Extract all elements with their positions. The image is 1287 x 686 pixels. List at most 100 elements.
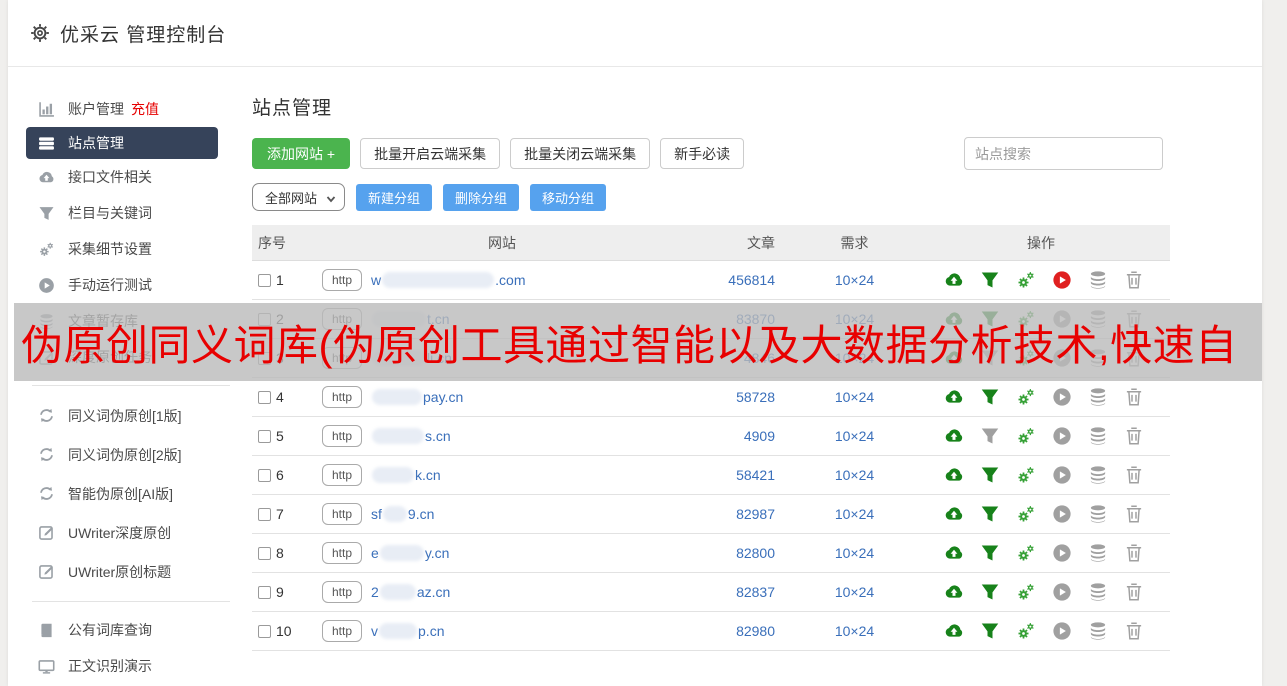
database-icon[interactable] — [1088, 621, 1108, 641]
trash-icon[interactable] — [1124, 504, 1144, 524]
site-domain-link[interactable]: s.cn — [371, 428, 451, 444]
cloud-upload-icon[interactable] — [944, 270, 964, 290]
sidebar-item-link[interactable]: 同义词伪原创[2版] — [8, 435, 240, 474]
gears-icon[interactable] — [1016, 621, 1036, 641]
add-site-button[interactable]: 添加网站 + — [252, 138, 351, 169]
gears-icon[interactable] — [1016, 465, 1036, 485]
row-checkbox[interactable] — [258, 468, 271, 482]
trash-icon[interactable] — [1124, 582, 1144, 602]
site-domain-link[interactable]: e y.cn — [371, 545, 449, 561]
actions-cell — [912, 543, 1170, 563]
gears-icon[interactable] — [1016, 504, 1036, 524]
cloud-upload-icon[interactable] — [944, 387, 964, 407]
cloud-upload-icon[interactable] — [944, 582, 964, 602]
site-domain-link[interactable]: v p.cn — [371, 623, 444, 639]
row-checkbox[interactable] — [258, 429, 271, 443]
new-group-button[interactable]: 新建分组 — [356, 183, 433, 211]
trash-icon[interactable] — [1124, 270, 1144, 290]
sync-icon — [38, 446, 55, 463]
gears-icon[interactable] — [1016, 387, 1036, 407]
site-domain-link[interactable]: pay.cn — [371, 389, 463, 405]
play-icon[interactable] — [1052, 270, 1072, 290]
site-domain-link[interactable]: k.cn — [371, 467, 441, 483]
filter-icon[interactable] — [980, 465, 1000, 485]
sidebar-item-link[interactable]: 手动运行测试 — [8, 267, 240, 303]
row-checkbox[interactable] — [258, 273, 271, 287]
database-icon[interactable] — [1088, 270, 1108, 290]
sidebar-item-link[interactable]: 公有词库查询 — [8, 612, 240, 648]
sidebar-item-label: 智能伪原创[AI版] — [68, 485, 174, 502]
cloud-upload-icon[interactable] — [944, 504, 964, 524]
site-domain-link[interactable]: 2 az.cn — [371, 584, 450, 600]
database-icon[interactable] — [1088, 543, 1108, 563]
move-group-button[interactable]: 移动分组 — [530, 183, 607, 211]
sidebar-item-link[interactable]: 采集细节设置 — [8, 231, 240, 267]
http-button[interactable]: http — [322, 425, 363, 447]
http-button[interactable]: http — [322, 542, 363, 564]
filter-icon[interactable] — [980, 543, 1000, 563]
row-checkbox[interactable] — [258, 585, 271, 599]
database-icon[interactable] — [1088, 465, 1108, 485]
filter-icon[interactable] — [980, 270, 1000, 290]
filter-icon[interactable] — [980, 621, 1000, 641]
articles-count: 82837 — [736, 584, 775, 600]
trash-icon[interactable] — [1124, 426, 1144, 446]
recharge-link[interactable]: 充值 — [131, 99, 159, 119]
sidebar-item-link[interactable]: UWriter深度原创 — [8, 513, 240, 552]
gears-icon[interactable] — [1016, 270, 1036, 290]
sidebar-item-link[interactable]: 同义词伪原创[1版] — [8, 396, 240, 435]
database-icon[interactable] — [1088, 582, 1108, 602]
gears-icon[interactable] — [1016, 582, 1036, 602]
site-domain-link[interactable]: w .com — [371, 272, 525, 288]
delete-group-button[interactable]: 删除分组 — [443, 183, 520, 211]
filter-icon[interactable] — [980, 504, 1000, 524]
http-button[interactable]: http — [322, 581, 363, 603]
play-icon[interactable] — [1052, 504, 1072, 524]
cloud-upload-icon[interactable] — [944, 543, 964, 563]
filter-icon[interactable] — [980, 387, 1000, 407]
newbie-guide-button[interactable]: 新手必读 — [660, 138, 745, 169]
site-domain-link[interactable]: sf 9.cn — [371, 506, 434, 522]
play-icon[interactable] — [1052, 426, 1072, 446]
trash-icon[interactable] — [1124, 543, 1144, 563]
filter-icon[interactable] — [980, 582, 1000, 602]
database-icon[interactable] — [1088, 504, 1108, 524]
censored-domain-blur — [372, 467, 415, 483]
row-checkbox[interactable] — [258, 624, 271, 638]
http-button[interactable]: http — [322, 464, 363, 486]
sidebar-item-link[interactable]: UWriter原创标题 — [8, 552, 240, 591]
http-button[interactable]: http — [322, 269, 363, 291]
trash-icon[interactable] — [1124, 621, 1144, 641]
sidebar-item-active[interactable]: 站点管理 — [26, 127, 218, 159]
batch-close-button[interactable]: 批量关闭云端采集 — [510, 138, 651, 169]
play-icon[interactable] — [1052, 465, 1072, 485]
play-icon[interactable] — [1052, 387, 1072, 407]
cloud-upload-icon[interactable] — [944, 465, 964, 485]
sidebar-item-link[interactable]: 栏目与关键词 — [8, 195, 240, 231]
sidebar-item-link[interactable]: 正文识别演示 — [8, 648, 240, 684]
sidebar-item-link[interactable]: 账户管理 充值 — [8, 91, 240, 127]
batch-open-button[interactable]: 批量开启云端采集 — [360, 138, 501, 169]
search-input[interactable] — [964, 137, 1163, 170]
row-checkbox[interactable] — [258, 390, 271, 404]
row-checkbox[interactable] — [258, 546, 271, 560]
filter-icon[interactable] — [980, 426, 1000, 446]
sidebar-item-link[interactable]: 智能伪原创[AI版] — [8, 474, 240, 513]
http-button[interactable]: http — [322, 386, 363, 408]
http-button[interactable]: http — [322, 620, 363, 642]
row-checkbox[interactable] — [258, 507, 271, 521]
trash-icon[interactable] — [1124, 465, 1144, 485]
database-icon[interactable] — [1088, 426, 1108, 446]
gears-icon[interactable] — [1016, 426, 1036, 446]
play-icon[interactable] — [1052, 582, 1072, 602]
play-icon[interactable] — [1052, 621, 1072, 641]
trash-icon[interactable] — [1124, 387, 1144, 407]
http-button[interactable]: http — [322, 503, 363, 525]
play-icon[interactable] — [1052, 543, 1072, 563]
cloud-upload-icon[interactable] — [944, 426, 964, 446]
database-icon[interactable] — [1088, 387, 1108, 407]
gears-icon[interactable] — [1016, 543, 1036, 563]
group-select[interactable]: 全部网站 — [252, 183, 345, 211]
sidebar-item-link[interactable]: 接口文件相关 — [8, 159, 240, 195]
cloud-upload-icon[interactable] — [944, 621, 964, 641]
